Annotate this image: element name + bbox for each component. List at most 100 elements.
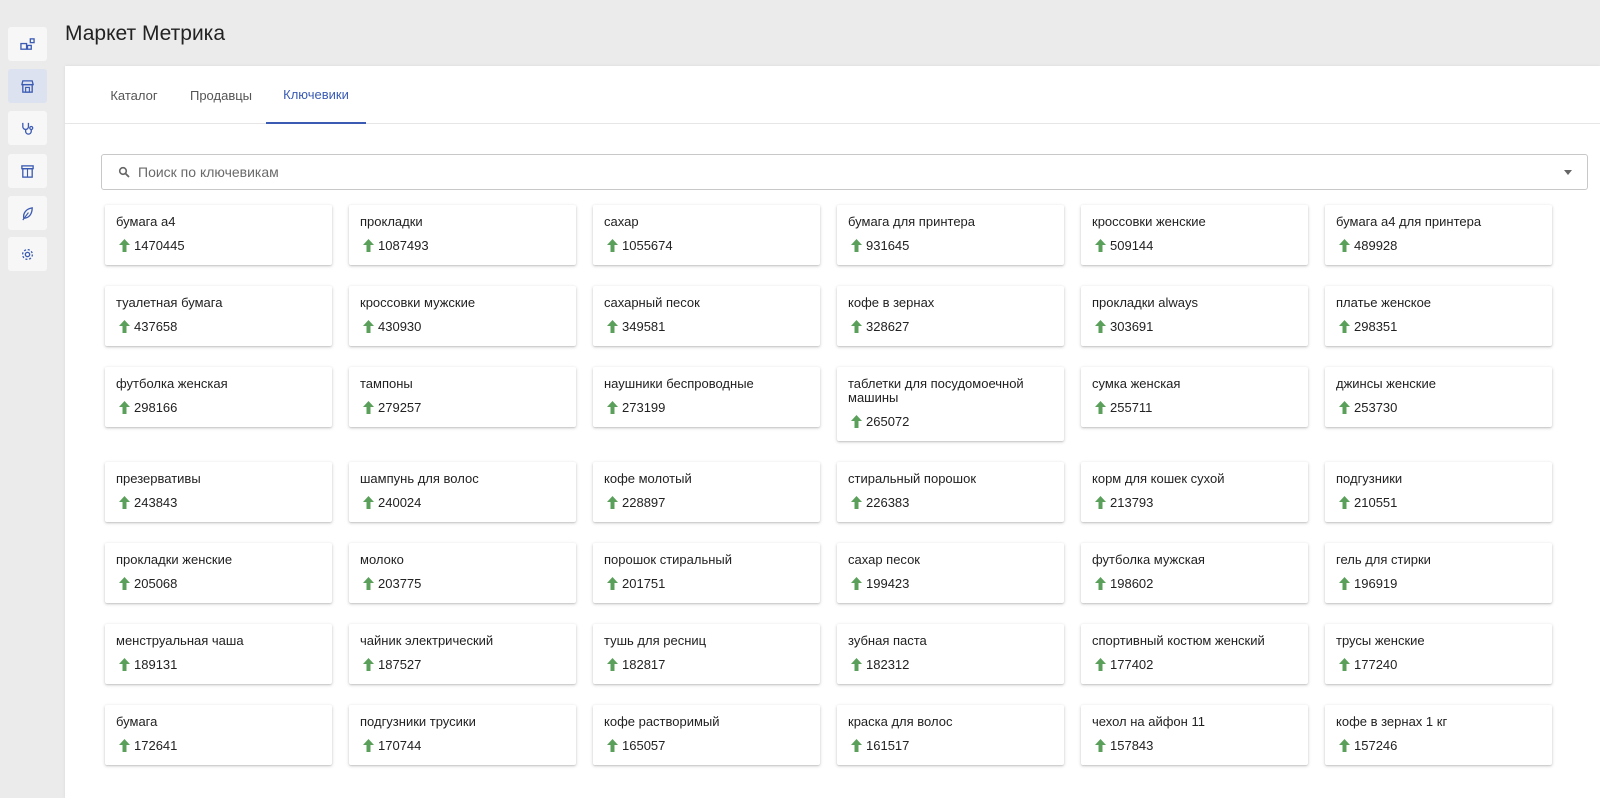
keyword-card[interactable]: сахарный песок 349581 (593, 286, 820, 346)
tab-keywords[interactable]: Ключевики (266, 66, 366, 124)
keyword-count: 228897 (622, 495, 666, 510)
gear-icon (21, 248, 34, 260)
keyword-card[interactable]: кроссовки женские 509144 (1081, 205, 1308, 265)
keyword-card[interactable]: сахар песок 199423 (837, 543, 1064, 603)
keyword-card[interactable]: тушь для ресниц 182817 (593, 624, 820, 684)
keyword-card[interactable]: сахар 1055674 (593, 205, 820, 265)
arrow-up-icon (607, 239, 618, 252)
keyword-card[interactable]: бумага для принтера 931645 (837, 205, 1064, 265)
keyword-stat: 172641 (119, 738, 177, 753)
keyword-card[interactable]: зубная паста 182312 (837, 624, 1064, 684)
keyword-card[interactable]: футболка женская 298166 (105, 367, 332, 427)
keyword-count: 255711 (1110, 400, 1153, 415)
keyword-stat: 279257 (363, 400, 421, 415)
keyword-card[interactable]: кроссовки мужские 430930 (349, 286, 576, 346)
keyword-stat: 437658 (119, 319, 177, 334)
keyword-card[interactable]: прокладки always 303691 (1081, 286, 1308, 346)
arrow-up-icon (1339, 239, 1350, 252)
arrow-up-icon (607, 658, 618, 671)
keyword-card[interactable]: платье женское 298351 (1325, 286, 1552, 346)
keyword-count: 199423 (866, 576, 910, 591)
arrow-up-icon (119, 577, 130, 590)
keyword-card[interactable]: чехол на айфон 11 157843 (1081, 705, 1308, 765)
keyword-card[interactable]: менструальная чаша 189131 (105, 624, 332, 684)
keyword-card[interactable]: спортивный костюм женский 177402 (1081, 624, 1308, 684)
keyword-card[interactable]: корм для кошек сухой 213793 (1081, 462, 1308, 522)
keyword-card[interactable]: прокладки женские 205068 (105, 543, 332, 603)
keyword-card[interactable]: джинсы женские 253730 (1325, 367, 1552, 427)
keyword-name: подгузники трусики (360, 714, 476, 729)
arrow-up-icon (607, 577, 618, 590)
keyword-card[interactable]: бумага а4 1470445 (105, 205, 332, 265)
keyword-card[interactable]: молоко 203775 (349, 543, 576, 603)
arrow-up-icon (851, 496, 862, 509)
sidebar-item-shop[interactable] (8, 154, 47, 188)
keyword-card[interactable]: трусы женские 177240 (1325, 624, 1552, 684)
keyword-count: 243843 (134, 495, 178, 510)
keyword-card[interactable]: бумага а4 для принтера 489928 (1325, 205, 1552, 265)
keyword-count: 226383 (866, 495, 910, 510)
arrow-up-icon (1095, 739, 1106, 752)
keyword-name: корм для кошек сухой (1092, 471, 1225, 486)
search-box[interactable] (101, 154, 1588, 190)
keyword-card[interactable]: стиральный порошок 226383 (837, 462, 1064, 522)
keyword-card[interactable]: кофе в зернах 328627 (837, 286, 1064, 346)
tab-catalog[interactable]: Каталог (99, 66, 169, 124)
arrow-up-icon (1339, 496, 1350, 509)
arrow-up-icon (607, 496, 618, 509)
keyword-card[interactable]: кофе в зернах 1 кг 157246 (1325, 705, 1552, 765)
keyword-name: порошок стиральный (604, 552, 733, 567)
keyword-card[interactable]: краска для волос 161517 (837, 705, 1064, 765)
chevron-down-icon[interactable] (1564, 170, 1572, 175)
arrow-up-icon (851, 577, 862, 590)
keyword-card[interactable]: бумага 172641 (105, 705, 332, 765)
keyword-name: таблетки для посудомоечной машины (848, 376, 1024, 405)
keyword-count: 509144 (1110, 238, 1154, 253)
search-input[interactable] (138, 164, 1538, 180)
keyword-stat: 298166 (119, 400, 177, 415)
keyword-name: краска для волос (848, 714, 953, 729)
keyword-card[interactable]: кофе молотый 228897 (593, 462, 820, 522)
keyword-card[interactable]: наушники беспроводные 273199 (593, 367, 820, 427)
keyword-count: 213793 (1110, 495, 1154, 510)
keyword-card[interactable]: подгузники трусики 170744 (349, 705, 576, 765)
arrow-up-icon (851, 658, 862, 671)
keyword-card[interactable]: футболка мужская 198602 (1081, 543, 1308, 603)
keyword-name: сахарный песок (604, 295, 700, 310)
keyword-name: сахар песок (848, 552, 920, 567)
keyword-stat: 213793 (1095, 495, 1153, 510)
arrow-up-icon (119, 401, 130, 414)
keyword-card[interactable]: сумка женская 255711 (1081, 367, 1308, 427)
keyword-count: 177240 (1354, 657, 1398, 672)
keyword-card[interactable]: шампунь для волос 240024 (349, 462, 576, 522)
keyword-name: кроссовки мужские (360, 295, 476, 310)
keyword-card[interactable]: порошок стиральный 201751 (593, 543, 820, 603)
leaf-icon (22, 206, 33, 220)
keyword-stat: 226383 (851, 495, 909, 510)
keyword-name: зубная паста (848, 633, 927, 648)
keyword-card[interactable]: кофе растворимый 165057 (593, 705, 820, 765)
tab-sellers[interactable]: Продавцы (183, 66, 259, 124)
keyword-card[interactable]: таблетки для посудомоечной машины 265072 (837, 367, 1064, 441)
keyword-stat: 243843 (119, 495, 177, 510)
keyword-card[interactable]: презервативы 243843 (105, 462, 332, 522)
keyword-card[interactable]: туалетная бумага 437658 (105, 286, 332, 346)
keyword-count: 437658 (134, 319, 178, 334)
keyword-card[interactable]: чайник электрический 187527 (349, 624, 576, 684)
keyword-stat: 298351 (1339, 319, 1397, 334)
keyword-card[interactable]: прокладки 1087493 (349, 205, 576, 265)
keyword-count: 196919 (1354, 576, 1398, 591)
arrow-up-icon (119, 739, 130, 752)
sidebar-item-market[interactable] (8, 69, 47, 103)
keyword-stat: 157843 (1095, 738, 1153, 753)
sidebar-item-health[interactable] (8, 111, 47, 145)
sidebar-item-overview[interactable] (8, 27, 47, 61)
sidebar-item-eco[interactable] (8, 196, 47, 230)
keyword-card[interactable]: гель для стирки 196919 (1325, 543, 1552, 603)
keyword-card[interactable]: тампоны 279257 (349, 367, 576, 427)
keyword-stat: 349581 (607, 319, 665, 334)
keyword-stat: 1087493 (363, 238, 429, 253)
keyword-count: 161517 (866, 738, 910, 753)
sidebar-item-settings[interactable] (8, 237, 47, 271)
keyword-card[interactable]: подгузники 210551 (1325, 462, 1552, 522)
